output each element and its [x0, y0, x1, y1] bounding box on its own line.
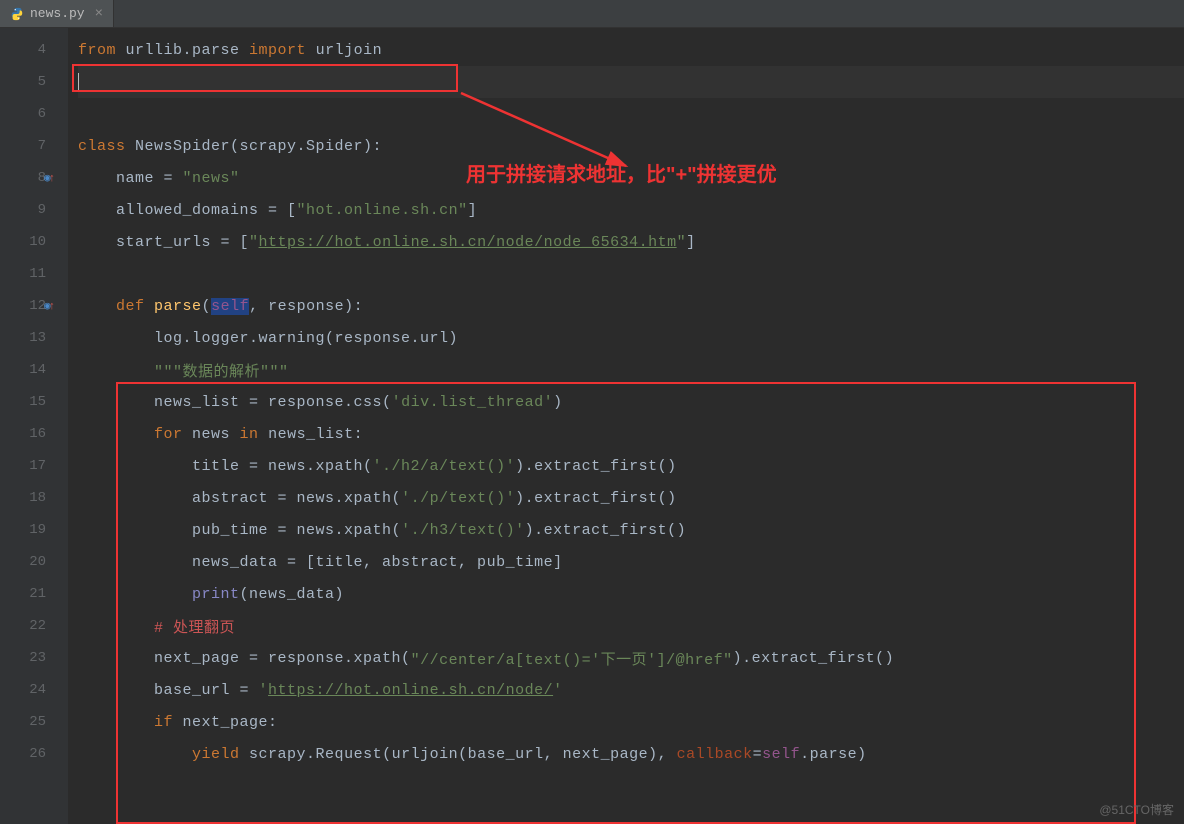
code-line[interactable]: """数据的解析""": [78, 354, 1184, 386]
line-number: 14: [0, 354, 68, 386]
line-number: 10: [0, 226, 68, 258]
line-number: 26: [0, 738, 68, 770]
code-line[interactable]: # 处理翻页: [78, 610, 1184, 642]
line-number: 9: [0, 194, 68, 226]
python-file-icon: [10, 7, 24, 21]
code-line[interactable]: [78, 66, 1184, 98]
code-line[interactable]: news_list = response.css('div.list_threa…: [78, 386, 1184, 418]
line-number: 21: [0, 578, 68, 610]
code-line[interactable]: def parse(self, response):: [78, 290, 1184, 322]
line-number-gutter: 45678◉↑9101112◉↑131415161718192021222324…: [0, 28, 68, 824]
code-line[interactable]: if next_page:: [78, 706, 1184, 738]
tab-filename: news.py: [30, 6, 85, 21]
code-line[interactable]: print(news_data): [78, 578, 1184, 610]
code-line[interactable]: from urllib.parse import urljoin: [78, 34, 1184, 66]
code-line[interactable]: log.logger.warning(response.url): [78, 322, 1184, 354]
code-line[interactable]: yield scrapy.Request(urljoin(base_url, n…: [78, 738, 1184, 770]
line-number: 17: [0, 450, 68, 482]
line-number: 20: [0, 546, 68, 578]
line-number: 22: [0, 610, 68, 642]
line-number: 11: [0, 258, 68, 290]
line-number: 7: [0, 130, 68, 162]
line-number: 6: [0, 98, 68, 130]
line-number: 13: [0, 322, 68, 354]
code-line[interactable]: title = news.xpath('./h2/a/text()').extr…: [78, 450, 1184, 482]
tab-bar: news.py ×: [0, 0, 1184, 28]
tab-close-icon[interactable]: ×: [95, 6, 103, 22]
code-line[interactable]: start_urls = ["https://hot.online.sh.cn/…: [78, 226, 1184, 258]
line-number: 24: [0, 674, 68, 706]
override-gutter-icon[interactable]: ◉↑: [44, 171, 55, 185]
code-line[interactable]: base_url = 'https://hot.online.sh.cn/nod…: [78, 674, 1184, 706]
code-line[interactable]: [78, 258, 1184, 290]
watermark: @51CTO博客: [1099, 801, 1174, 818]
line-number: 4: [0, 34, 68, 66]
code-line[interactable]: [78, 98, 1184, 130]
line-number: 25: [0, 706, 68, 738]
override-gutter-icon[interactable]: ◉↑: [44, 299, 55, 313]
code-line[interactable]: allowed_domains = ["hot.online.sh.cn"]: [78, 194, 1184, 226]
line-number: 12◉↑: [0, 290, 68, 322]
line-number: 19: [0, 514, 68, 546]
annotation-text: 用于拼接请求地址，比"+"拼接更优: [466, 158, 777, 187]
line-number: 23: [0, 642, 68, 674]
editor: 45678◉↑9101112◉↑131415161718192021222324…: [0, 28, 1184, 824]
file-tab[interactable]: news.py ×: [0, 0, 114, 27]
text-caret: [78, 73, 79, 91]
line-number: 5: [0, 66, 68, 98]
line-number: 18: [0, 482, 68, 514]
code-line[interactable]: pub_time = news.xpath('./h3/text()').ext…: [78, 514, 1184, 546]
line-number: 16: [0, 418, 68, 450]
code-line[interactable]: for news in news_list:: [78, 418, 1184, 450]
code-line[interactable]: abstract = news.xpath('./p/text()').extr…: [78, 482, 1184, 514]
code-area[interactable]: 用于拼接请求地址，比"+"拼接更优 from urllib.parse impo…: [68, 28, 1184, 824]
code-line[interactable]: next_page = response.xpath("//center/a[t…: [78, 642, 1184, 674]
code-line[interactable]: news_data = [title, abstract, pub_time]: [78, 546, 1184, 578]
line-number: 8◉↑: [0, 162, 68, 194]
line-number: 15: [0, 386, 68, 418]
